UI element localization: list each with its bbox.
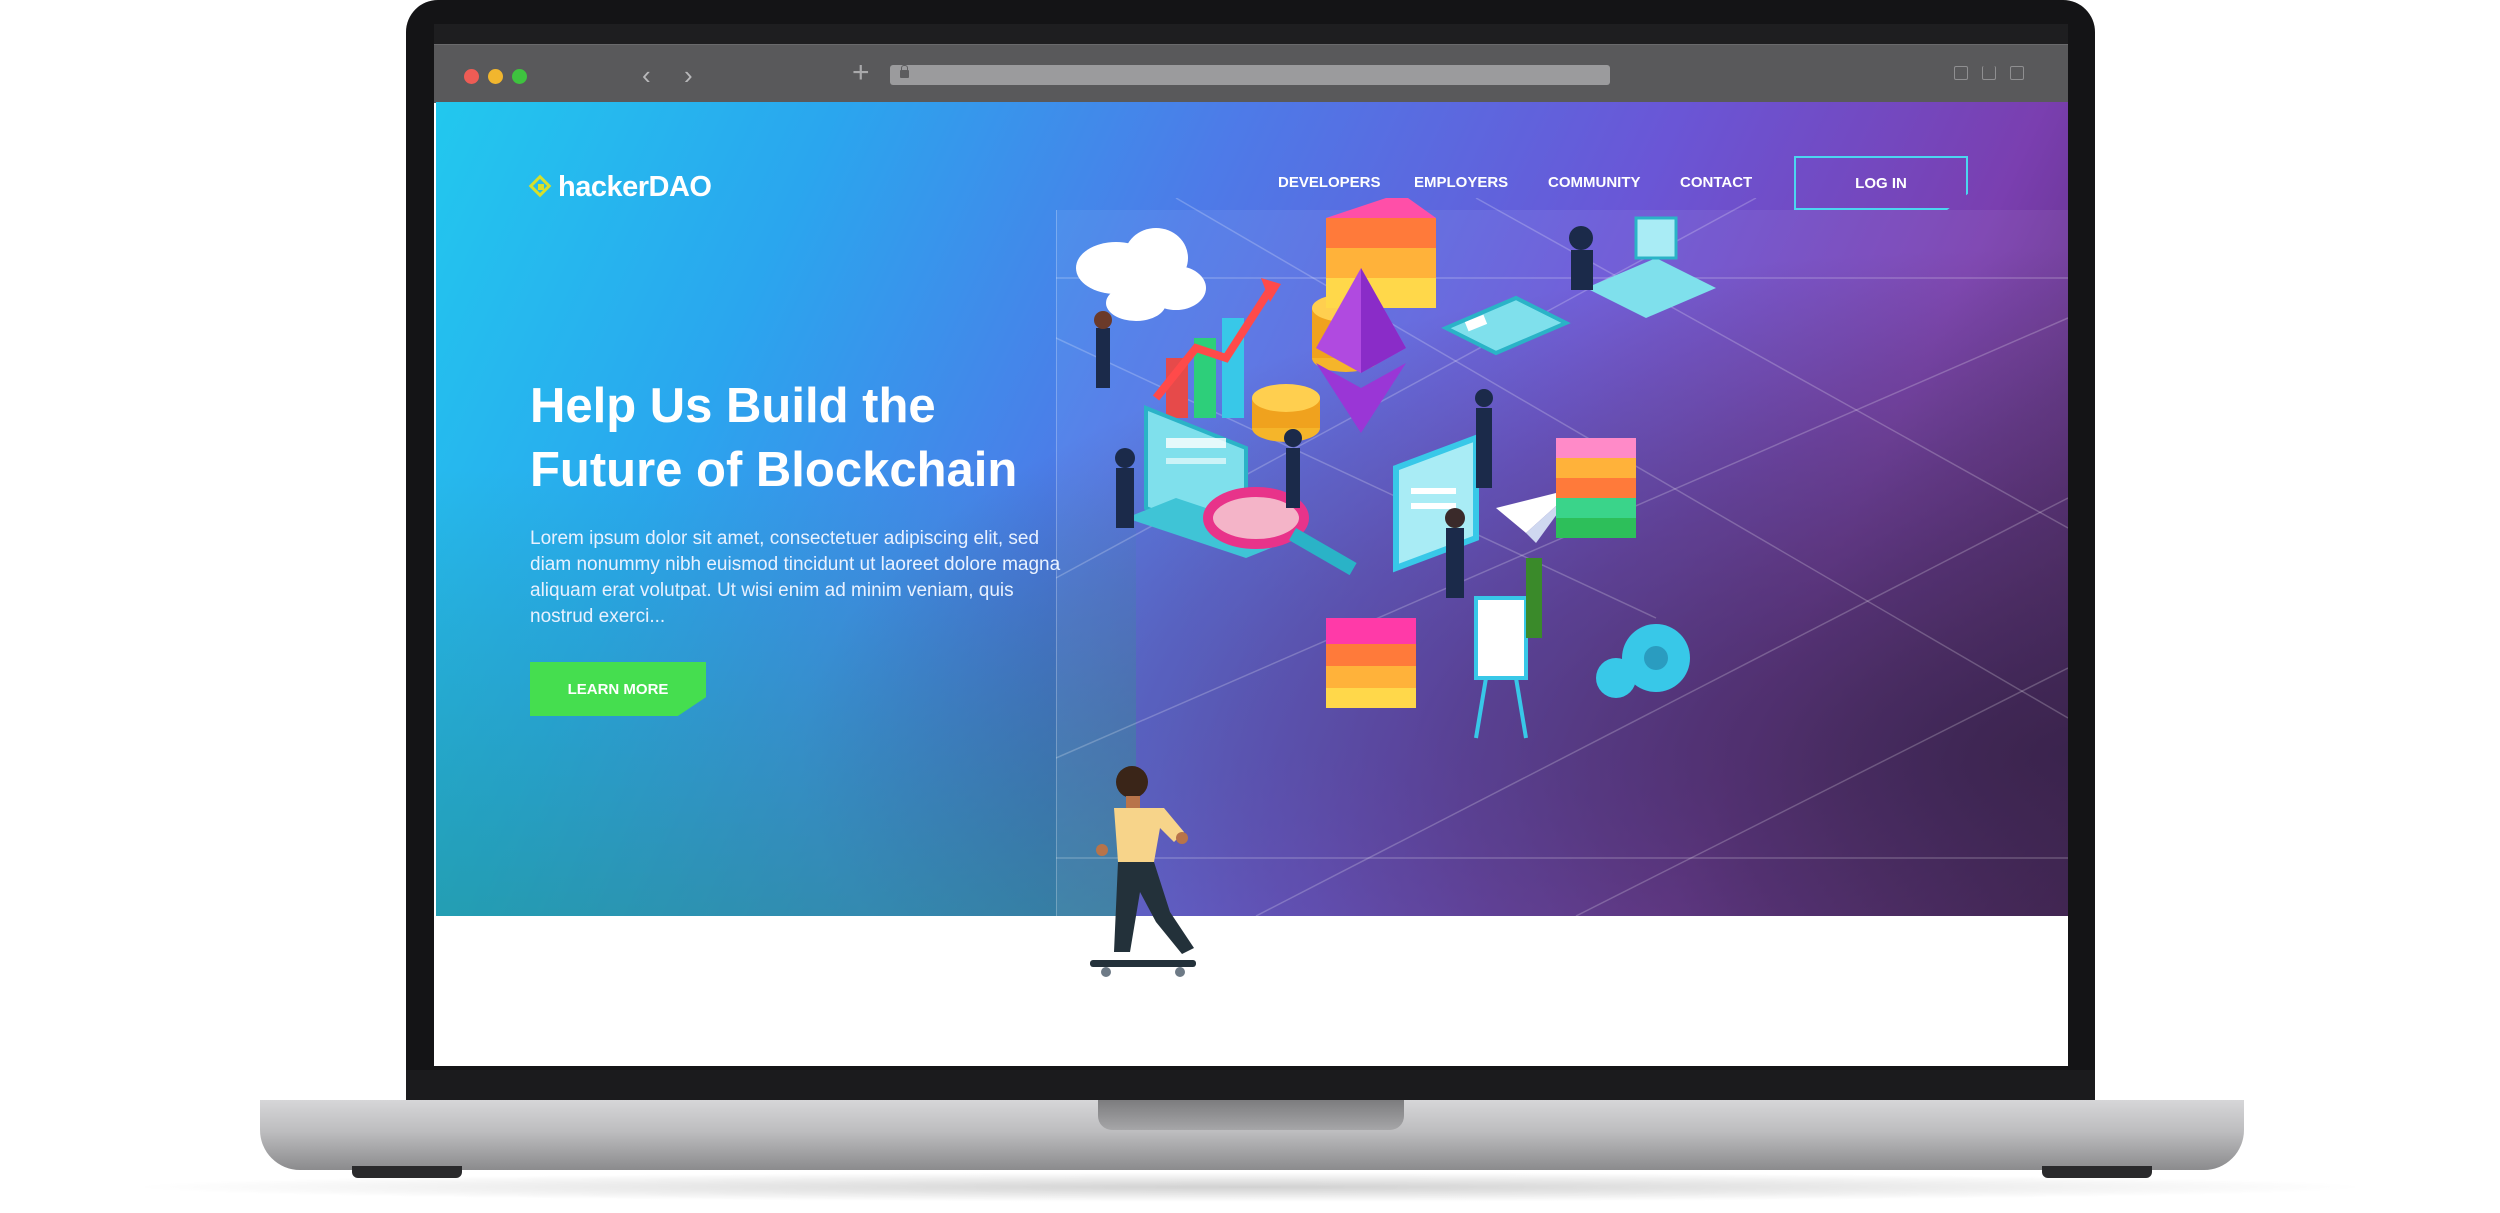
browser-toolbar: ‹ › + [434,44,2068,103]
block-stack-icon [1326,198,1436,308]
tabs-icon[interactable] [2010,66,2024,80]
chevron-right-icon[interactable]: › [684,62,693,88]
laptop-foot-left [352,1166,462,1178]
logo-text: hackerDAO [558,170,712,203]
nav-community[interactable]: COMMUNITY [1548,174,1641,191]
browser-top-bezel [434,24,2068,44]
address-bar[interactable] [890,65,1610,85]
hero-headline-line-2: Future of Blockchain [530,443,1018,497]
reader-icon[interactable] [1954,66,1968,80]
desk-icon [1569,216,1716,318]
laptop-foot-right [2042,1166,2152,1178]
share-icon[interactable] [1982,66,1996,80]
nav-developers[interactable]: DEVELOPERS [1278,174,1381,191]
site-logo[interactable]: hackerDAO [530,170,712,204]
hero-headline-line-1: Help Us Build the [530,379,936,433]
cloud-icon [1076,228,1206,321]
skateboarder-illustration [1090,766,1196,977]
minimize-window-button[interactable] [488,69,503,84]
hero-headline: Help Us Build the Future of Blockchain [530,374,1050,502]
maximize-window-button[interactable] [512,69,527,84]
nav-contact[interactable]: CONTACT [1680,174,1752,191]
magnifier-icon [1203,487,1357,576]
lock-icon [900,65,909,78]
mobile-phone-icon [1441,295,1571,356]
laptop-screen: ‹ › + hackerDAO DEVELOPERS EMPLOYERS COM… [434,24,2068,1066]
learn-more-button[interactable]: LEARN MORE [530,662,706,716]
plus-icon[interactable]: + [852,58,870,88]
easel-icon [1474,596,1528,739]
nav-employers[interactable]: EMPLOYERS [1414,174,1508,191]
hackerdao-logo-icon [530,176,552,198]
hero-section: hackerDAO DEVELOPERS EMPLOYERS COMMUNITY… [436,102,2068,916]
hero-description: Lorem ipsum dolor sit amet, consectetuer… [530,528,1061,627]
close-window-button[interactable] [464,69,479,84]
laptop-hinge [406,1070,2095,1100]
chevron-left-icon[interactable]: ‹ [642,62,651,88]
gear-icon [1596,624,1690,698]
hero-gradient-overlay [436,102,1136,916]
block-stack-icon [1556,438,1636,538]
block-stack-icon [1326,618,1416,708]
laptop-notch [1098,1100,1404,1130]
login-button[interactable]: LOG IN [1794,156,1968,210]
